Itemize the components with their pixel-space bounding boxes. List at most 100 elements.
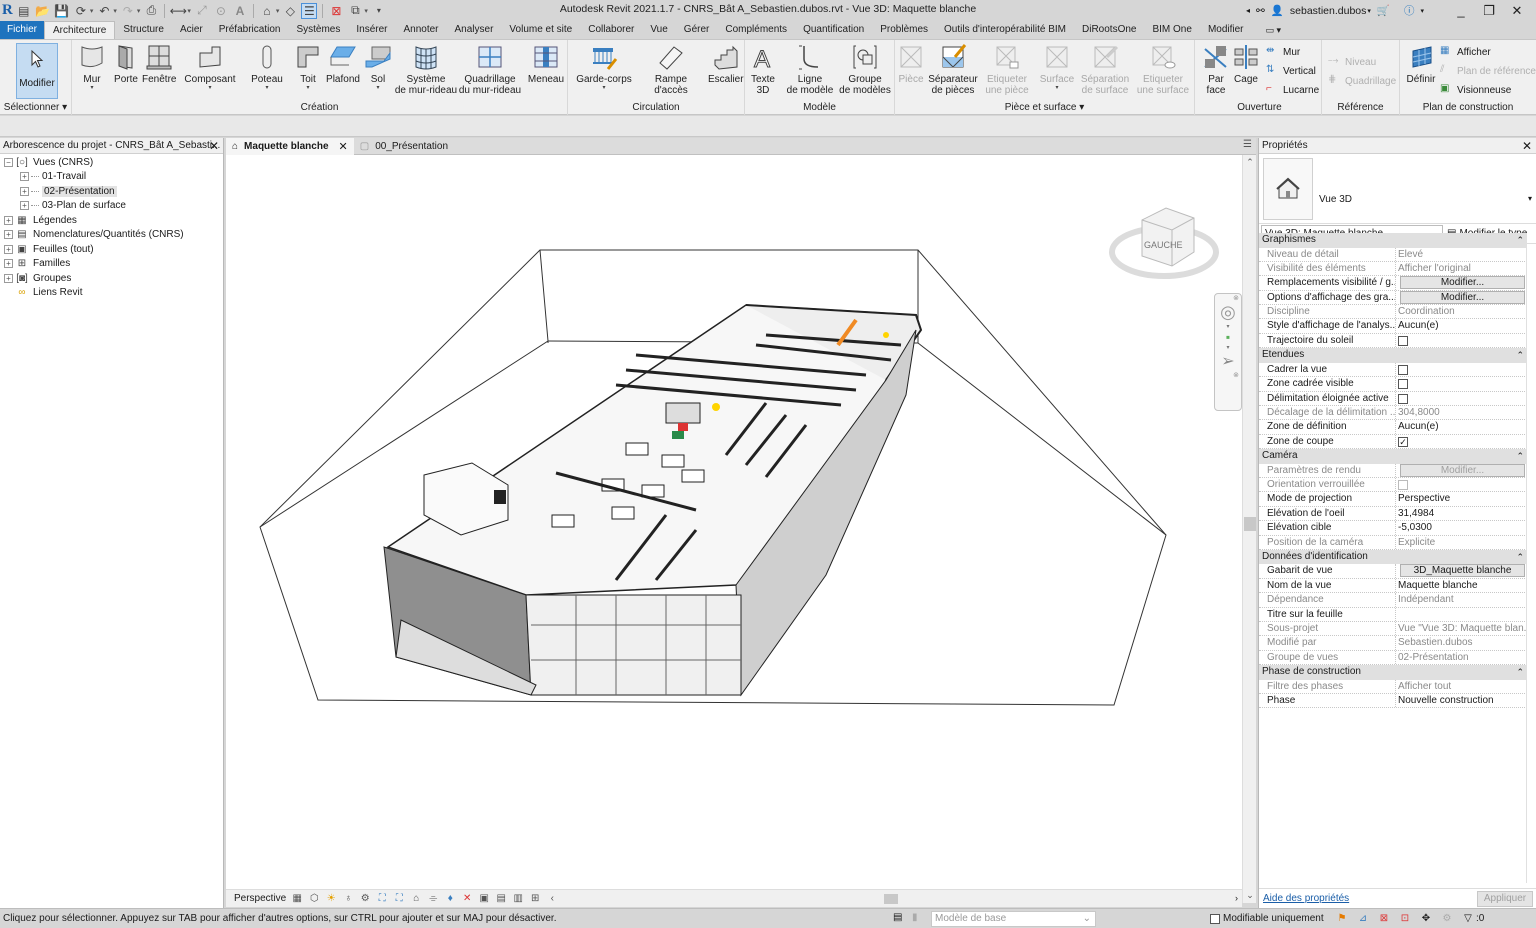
active-workset-icon[interactable]: ▮ [912,912,918,923]
browser-node[interactable]: − [○] Vues (CNRS) [0,155,223,170]
reference-plane-tool[interactable]: ⫽ Plan de référence [1440,64,1536,78]
modify-button[interactable]: Modifier [16,43,58,99]
close-view-tab-icon[interactable]: ✕ [339,140,348,153]
collapse-controls-icon[interactable]: ‹ [546,893,558,905]
opening-by-face-tool[interactable]: Par face [1202,43,1230,96]
temp-hide-icon[interactable]: ⌯ [427,893,439,905]
worksharing-display-icon[interactable]: ▥ [512,893,524,905]
browser-node[interactable]: + ▤ Nomenclatures/Quantités (CNRS) [0,228,223,243]
steering-wheel-icon[interactable]: ◎ [1215,302,1241,323]
property-value[interactable]: 31,4984 [1396,507,1527,520]
room-area-panel-title[interactable]: Pièce et surface ▾ [895,102,1194,113]
model-text-tool[interactable]: A Texte 3D [749,43,777,97]
door-tool[interactable]: Porte [112,43,140,85]
component-tool[interactable]: Composant ▾ [184,43,236,91]
shadows-icon[interactable]: ♁ [342,893,354,905]
restore-button[interactable]: ❐ [1478,3,1500,19]
scroll-down-icon[interactable]: ⌄ [1243,890,1257,901]
collapse-group-icon[interactable]: ⌃ [1516,348,1524,363]
tab-annoter[interactable]: Annoter [395,21,446,39]
ramp-tool[interactable]: Rampe d'accès [638,43,704,96]
close-properties-icon[interactable]: ✕ [1522,138,1532,153]
floor-tool[interactable]: Sol ▾ [364,43,392,91]
open-icon[interactable]: 📂 [35,3,51,19]
tab-collaborer[interactable]: Collaborer [580,21,642,39]
user-name[interactable]: sebastien.dubos [1290,5,1366,17]
tab-gerer[interactable]: Gérer [676,21,718,39]
tab-dirootsone[interactable]: DiRootsOne [1074,21,1144,39]
view-tab-maquette-blanche[interactable]: ⌂ Maquette blanche ✕ [226,138,354,155]
tab-systemes[interactable]: Systèmes [288,21,348,39]
type-dropdown-icon[interactable]: ▾ [1528,194,1532,203]
property-value[interactable] [1396,608,1527,621]
property-checkbox[interactable] [1396,377,1527,390]
area-boundary-tool[interactable]: Séparation de surface [1079,43,1131,96]
property-button[interactable]: Modifier... [1396,276,1527,290]
expand-icon[interactable]: + [4,259,13,269]
sync-icon[interactable]: ⟳ [73,3,89,19]
user-icon[interactable]: 👤 [1271,4,1284,17]
crop-view-icon[interactable]: ⛶ [376,893,388,905]
viewport-vertical-scrollbar[interactable]: ⌃ ⌄ [1242,155,1256,903]
worksets-icon[interactable]: ▤ [893,912,902,923]
highlight-displacement-icon[interactable]: ▣ [478,893,490,905]
property-group-header[interactable]: Phase de construction ⌃ [1259,665,1527,680]
collapse-group-icon[interactable]: ⌃ [1516,665,1524,680]
browser-node[interactable]: +03-Plan de surface [0,199,223,214]
projection-mode[interactable]: Perspective [234,893,286,904]
railing-tool[interactable]: Garde-corps ▾ [574,43,634,91]
checkbox[interactable] [1398,364,1408,375]
property-value[interactable]: Aucun(e) [1396,420,1527,433]
scroll-up-icon[interactable]: ⌃ [1243,157,1257,168]
lock-3d-view-icon[interactable]: ⌂ [410,893,422,905]
scroll-right-icon[interactable]: › [1235,893,1238,903]
store-cart-icon[interactable]: 🛒 [1377,4,1390,17]
type-selector[interactable]: Vue 3D ▾ [1259,154,1536,224]
tab-interoperabilite-bim[interactable]: Outils d'interopérabilité BIM [936,21,1074,39]
tab-vue[interactable]: Vue [642,21,675,39]
zoom-region-icon[interactable]: ▪ [1215,330,1241,344]
revit-logo-icon[interactable]: R [2,2,13,19]
select-links-icon[interactable]: ⚑ [1335,911,1349,925]
background-process-icon[interactable]: ⚙ [1440,911,1454,925]
expand-icon[interactable]: + [20,186,29,196]
checkbox[interactable] [1398,393,1408,404]
vertical-scroll-thumb[interactable] [1244,517,1256,531]
reveal-constraints-icon[interactable]: ▤ [495,893,507,905]
model-line-tool[interactable]: Ligne de modèle [785,43,835,96]
nav-options-icon[interactable]: ⊗ [1215,371,1241,379]
property-group-header[interactable]: Graphismes ⌃ [1259,233,1527,248]
print-icon[interactable]: ⎙ [143,3,159,19]
horizontal-scroll-thumb[interactable] [884,894,898,904]
tab-modifier[interactable]: Modifier [1200,21,1252,39]
tab-complements[interactable]: Compléments [717,21,795,39]
infocenter-search-icon[interactable]: ⚯ [1256,5,1265,17]
property-group-header[interactable]: Caméra ⌃ [1259,449,1527,464]
tag-icon[interactable]: ⊙ [213,3,229,19]
3d-view-icon[interactable]: ⌂ [259,3,275,19]
checkbox[interactable] [1398,335,1408,346]
redo-icon[interactable]: ↷ [120,3,136,19]
browser-node[interactable]: +01-Travail [0,170,223,185]
tab-volume-et-site[interactable]: Volume et site [501,21,580,39]
property-group-header[interactable]: Données d'identification ⌃ [1259,549,1527,565]
help-icon[interactable]: ⓘ [1404,3,1415,18]
edit-property-button[interactable]: 3D_Maquette blanche [1400,564,1525,578]
minimize-button[interactable]: _ [1450,3,1472,18]
close-browser-icon[interactable]: ✕ [209,138,219,153]
detail-level-icon[interactable]: ▦ [291,893,303,905]
ribbon-minimize-toggle[interactable]: ▭ ▾ [1258,21,1290,39]
tag-room-tool[interactable]: Etiqueter une pièce [983,43,1031,96]
expand-icon[interactable]: + [20,172,29,182]
tab-inserer[interactable]: Insérer [348,21,395,39]
mullion-tool[interactable]: Meneau [526,43,566,85]
temporary-view-properties-icon[interactable]: ⊞ [529,893,541,905]
property-button[interactable]: Modifier... [1396,290,1527,304]
collapse-group-icon[interactable]: ⌃ [1516,449,1524,464]
curtain-system-tool[interactable]: Système de mur-rideau [394,43,458,96]
tab-analyser[interactable]: Analyser [447,21,502,39]
expand-icon[interactable]: + [4,244,13,254]
property-checkbox[interactable]: ✓ [1396,435,1527,448]
crop-region-icon[interactable]: ⛶ [393,893,405,905]
stair-tool[interactable]: Escalier [708,43,744,85]
